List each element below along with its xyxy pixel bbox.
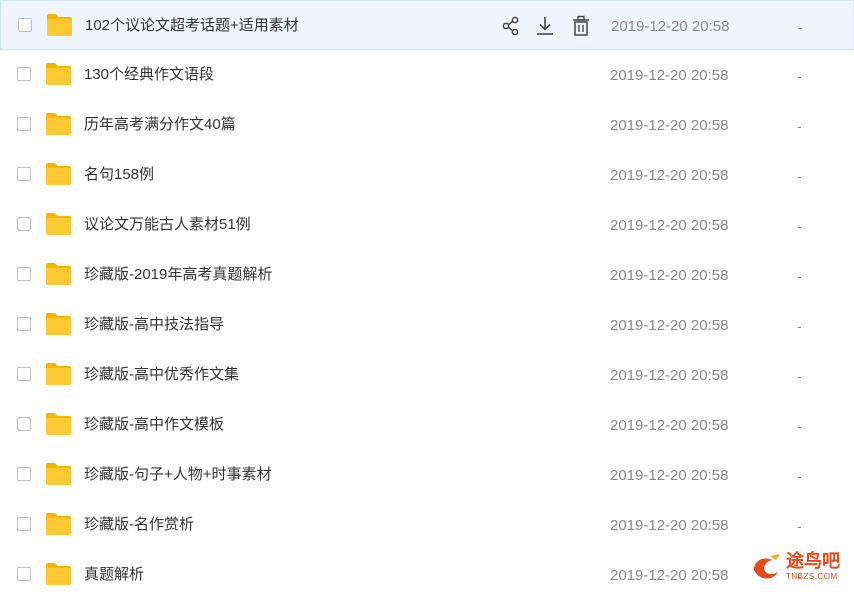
file-size: - (797, 418, 802, 434)
file-name-link[interactable]: 历年高考满分作文40篇 (84, 116, 236, 134)
row-checkbox[interactable] (17, 67, 31, 81)
file-size: - (797, 518, 802, 534)
row-checkbox[interactable] (17, 117, 31, 131)
file-size: - (797, 218, 802, 234)
modified-date: 2019-12-20 20:58 (610, 417, 729, 434)
folder-icon (45, 562, 72, 586)
file-name-link[interactable]: 珍藏版-高中作文模板 (84, 416, 224, 434)
file-row[interactable]: 102个议论文超考话题+适用素材 2019-12-20 20:58 - (0, 0, 854, 50)
modified-date: 2019-12-20 20:58 (610, 217, 729, 234)
watermark-logo: 途鸟吧 TNBZS.COM (750, 552, 846, 584)
row-checkbox[interactable] (17, 317, 31, 331)
watermark-subtext: TNBZS.COM (786, 572, 838, 581)
file-size: - (797, 318, 802, 334)
folder-icon (45, 512, 72, 536)
file-row[interactable]: 珍藏版-名作赏析 2019-12-20 20:58 - (0, 500, 854, 550)
file-name-link[interactable]: 珍藏版-句子+人物+时事素材 (84, 466, 272, 484)
file-row[interactable]: 珍藏版-高中优秀作文集 2019-12-20 20:58 - (0, 350, 854, 400)
modified-date: 2019-12-20 20:58 (610, 517, 729, 534)
file-name-link[interactable]: 珍藏版-2019年高考真题解析 (84, 266, 272, 284)
modified-date: 2019-12-20 20:58 (610, 67, 729, 84)
folder-icon (45, 412, 72, 436)
modified-date: 2019-12-20 20:58 (610, 267, 729, 284)
delete-icon[interactable] (571, 15, 591, 37)
file-row[interactable]: 珍藏版-高中技法指导 2019-12-20 20:58 - (0, 300, 854, 350)
download-icon[interactable] (535, 15, 555, 37)
folder-icon (45, 162, 72, 186)
file-row[interactable]: 历年高考满分作文40篇 2019-12-20 20:58 - (0, 100, 854, 150)
file-row[interactable]: 130个经典作文语段 2019-12-20 20:58 - (0, 50, 854, 100)
file-size: - (798, 19, 803, 35)
row-checkbox[interactable] (18, 18, 32, 32)
file-size: - (797, 118, 802, 134)
row-checkbox[interactable] (17, 167, 31, 181)
folder-icon (45, 62, 72, 86)
file-size: - (797, 268, 802, 284)
file-name-link[interactable]: 130个经典作文语段 (84, 66, 214, 84)
row-checkbox[interactable] (17, 517, 31, 531)
file-row[interactable]: 议论文万能古人素材51例 2019-12-20 20:58 - (0, 200, 854, 250)
row-checkbox[interactable] (17, 467, 31, 481)
file-row[interactable]: 真题解析 2019-12-20 20:58- (0, 550, 854, 600)
modified-date: 2019-12-20 20:58 (610, 117, 729, 134)
row-checkbox[interactable] (17, 267, 31, 281)
folder-icon (45, 112, 72, 136)
file-size: - (797, 368, 802, 384)
folder-icon (45, 262, 72, 286)
modified-date: 2019-12-20 20:58 (611, 18, 730, 35)
modified-date: 2019-12-20 20:58 (610, 317, 729, 334)
folder-icon (45, 312, 72, 336)
row-checkbox[interactable] (17, 367, 31, 381)
row-checkbox[interactable] (17, 217, 31, 231)
modified-date: 2019-12-20 20:58 (610, 167, 729, 184)
row-checkbox[interactable] (17, 567, 31, 581)
file-size: - (797, 68, 802, 84)
file-name-link[interactable]: 名句158例 (84, 166, 154, 184)
folder-icon (45, 212, 72, 236)
modified-date: 2019-12-20 20:58 (610, 467, 729, 484)
share-icon[interactable] (501, 15, 521, 37)
file-name-link[interactable]: 议论文万能古人素材51例 (84, 216, 251, 234)
folder-icon (46, 13, 73, 37)
file-row[interactable]: 珍藏版-2019年高考真题解析 2019-12-20 20:58 - (0, 250, 854, 300)
row-checkbox[interactable] (17, 417, 31, 431)
modified-date: 2019-12-20 20:58 (610, 567, 729, 584)
file-name-link[interactable]: 珍藏版-高中技法指导 (84, 316, 224, 334)
file-name-link[interactable]: 珍藏版-高中优秀作文集 (84, 366, 239, 384)
folder-icon (45, 362, 72, 386)
file-list: 102个议论文超考话题+适用素材 2019-12-20 20:58-130个经典作… (0, 0, 854, 600)
watermark-bird-icon (754, 554, 780, 579)
file-row[interactable]: 名句158例 2019-12-20 20:58 - (0, 150, 854, 200)
file-name-link[interactable]: 102个议论文超考话题+适用素材 (85, 17, 299, 35)
modified-date: 2019-12-20 20:58 (610, 367, 729, 384)
watermark-text: 途鸟吧 (786, 551, 840, 572)
file-row[interactable]: 珍藏版-句子+人物+时事素材 2019-12-20 20:58 - (0, 450, 854, 500)
file-row[interactable]: 珍藏版-高中作文模板 2019-12-20 20:58 - (0, 400, 854, 450)
file-size: - (797, 468, 802, 484)
file-name-link[interactable]: 珍藏版-名作赏析 (84, 516, 194, 534)
folder-icon (45, 462, 72, 486)
file-name-link[interactable]: 真题解析 (84, 566, 144, 584)
file-size: - (797, 168, 802, 184)
